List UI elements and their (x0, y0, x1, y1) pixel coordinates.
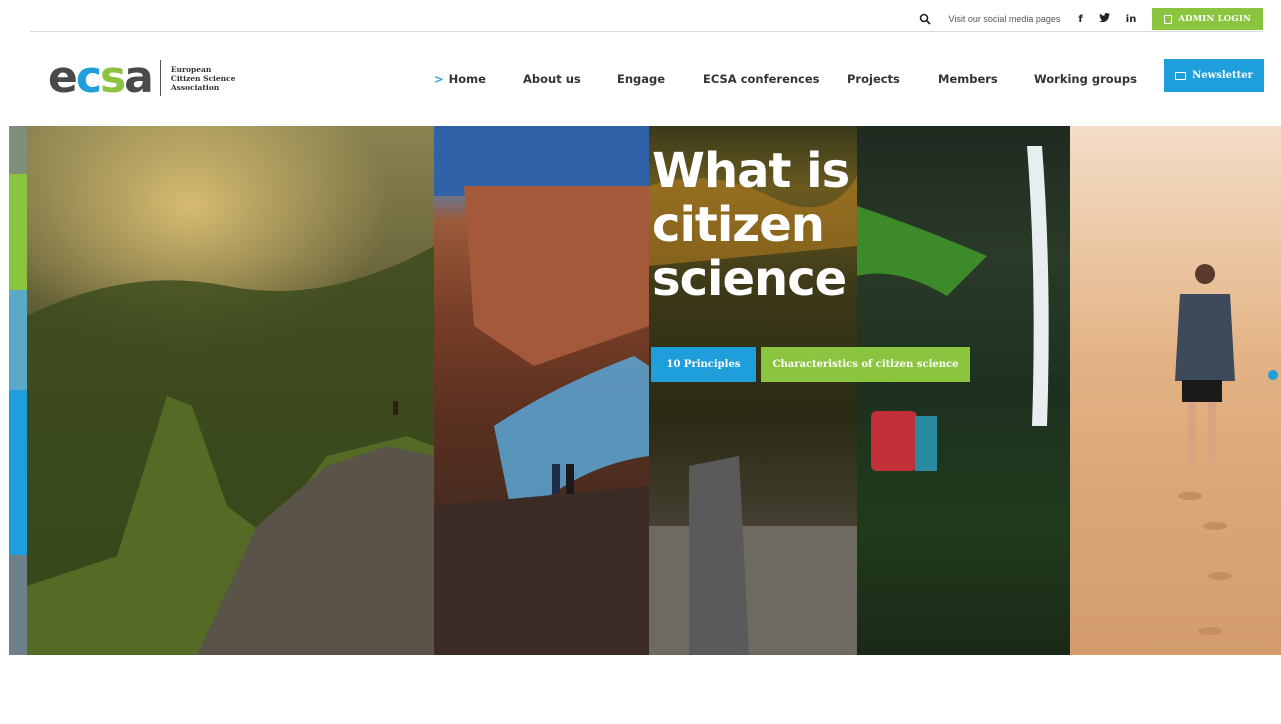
logo-letter: e (48, 52, 78, 103)
admin-login-button[interactable]: ADMIN LOGIN (1152, 8, 1263, 30)
facebook-icon[interactable]: f (1078, 14, 1082, 25)
main-header: e c s a European Citizen Science Associa… (0, 40, 1281, 126)
linkedin-icon[interactable]: in (1126, 14, 1137, 25)
login-icon (1164, 14, 1173, 24)
hero-photo-mountain-hiker (27, 126, 434, 655)
ten-principles-button[interactable]: 10 Principles (651, 347, 756, 382)
twitter-icon[interactable] (1098, 13, 1110, 25)
nav-item-projects[interactable]: Projects (847, 72, 900, 86)
hero-photo-waterfall-hiker (857, 126, 1070, 655)
logo-letter: s (99, 52, 126, 103)
characteristics-button[interactable]: Characteristics of citizen science (761, 347, 970, 382)
nav-item-home[interactable]: > Home (434, 72, 486, 86)
logo-sub-line: European (170, 64, 212, 74)
logo-sub-line: Association (170, 82, 220, 92)
newsletter-button[interactable]: Newsletter (1164, 59, 1264, 92)
slider-dot[interactable] (1268, 370, 1278, 380)
hero-title: What is citizen science (652, 143, 850, 307)
hero-photo-desert-walker (1070, 126, 1281, 655)
top-utility-items: Visit our social media pages f in ADMIN … (919, 8, 1263, 30)
logo-wordmark: e c s a (48, 52, 154, 103)
nav-item-about-us[interactable]: About us (523, 72, 581, 86)
admin-login-label: ADMIN LOGIN (1178, 14, 1251, 24)
hero-banner (9, 126, 1281, 655)
social-media-text: Visit our social media pages (948, 14, 1061, 24)
nav-item-working-groups[interactable]: Working groups (1034, 72, 1137, 86)
hero-photo-canyon (434, 126, 649, 655)
side-strip (9, 390, 27, 555)
ecsa-logo[interactable]: e c s a European Citizen Science Associa… (48, 52, 236, 103)
newsletter-label: Newsletter (1192, 70, 1253, 81)
side-strip (9, 290, 27, 390)
search-icon[interactable] (919, 13, 931, 25)
nav-item-members[interactable]: Members (938, 72, 998, 86)
logo-subtitle: European Citizen Science Association (171, 65, 236, 92)
logo-letter: c (75, 52, 102, 103)
logo-sub-line: Citizen Science (170, 73, 236, 83)
chevron-right-icon: > (434, 72, 444, 86)
top-utility-bar: Visit our social media pages f in ADMIN … (30, 8, 1263, 32)
hero-title-line: What is (652, 143, 850, 199)
logo-divider (159, 60, 161, 96)
side-strip (9, 126, 27, 174)
hero-title-line: science (652, 251, 847, 307)
nav-item-ecsa-conferences[interactable]: ECSA conferences (703, 72, 820, 86)
hero-title-line: citizen (652, 197, 825, 253)
nav-item-engage[interactable]: Engage (617, 72, 665, 86)
mail-icon (1175, 71, 1187, 80)
side-strip (9, 174, 27, 290)
side-strip (9, 555, 27, 655)
nav-item-label: Home (448, 72, 486, 86)
logo-letter: a (124, 52, 154, 103)
